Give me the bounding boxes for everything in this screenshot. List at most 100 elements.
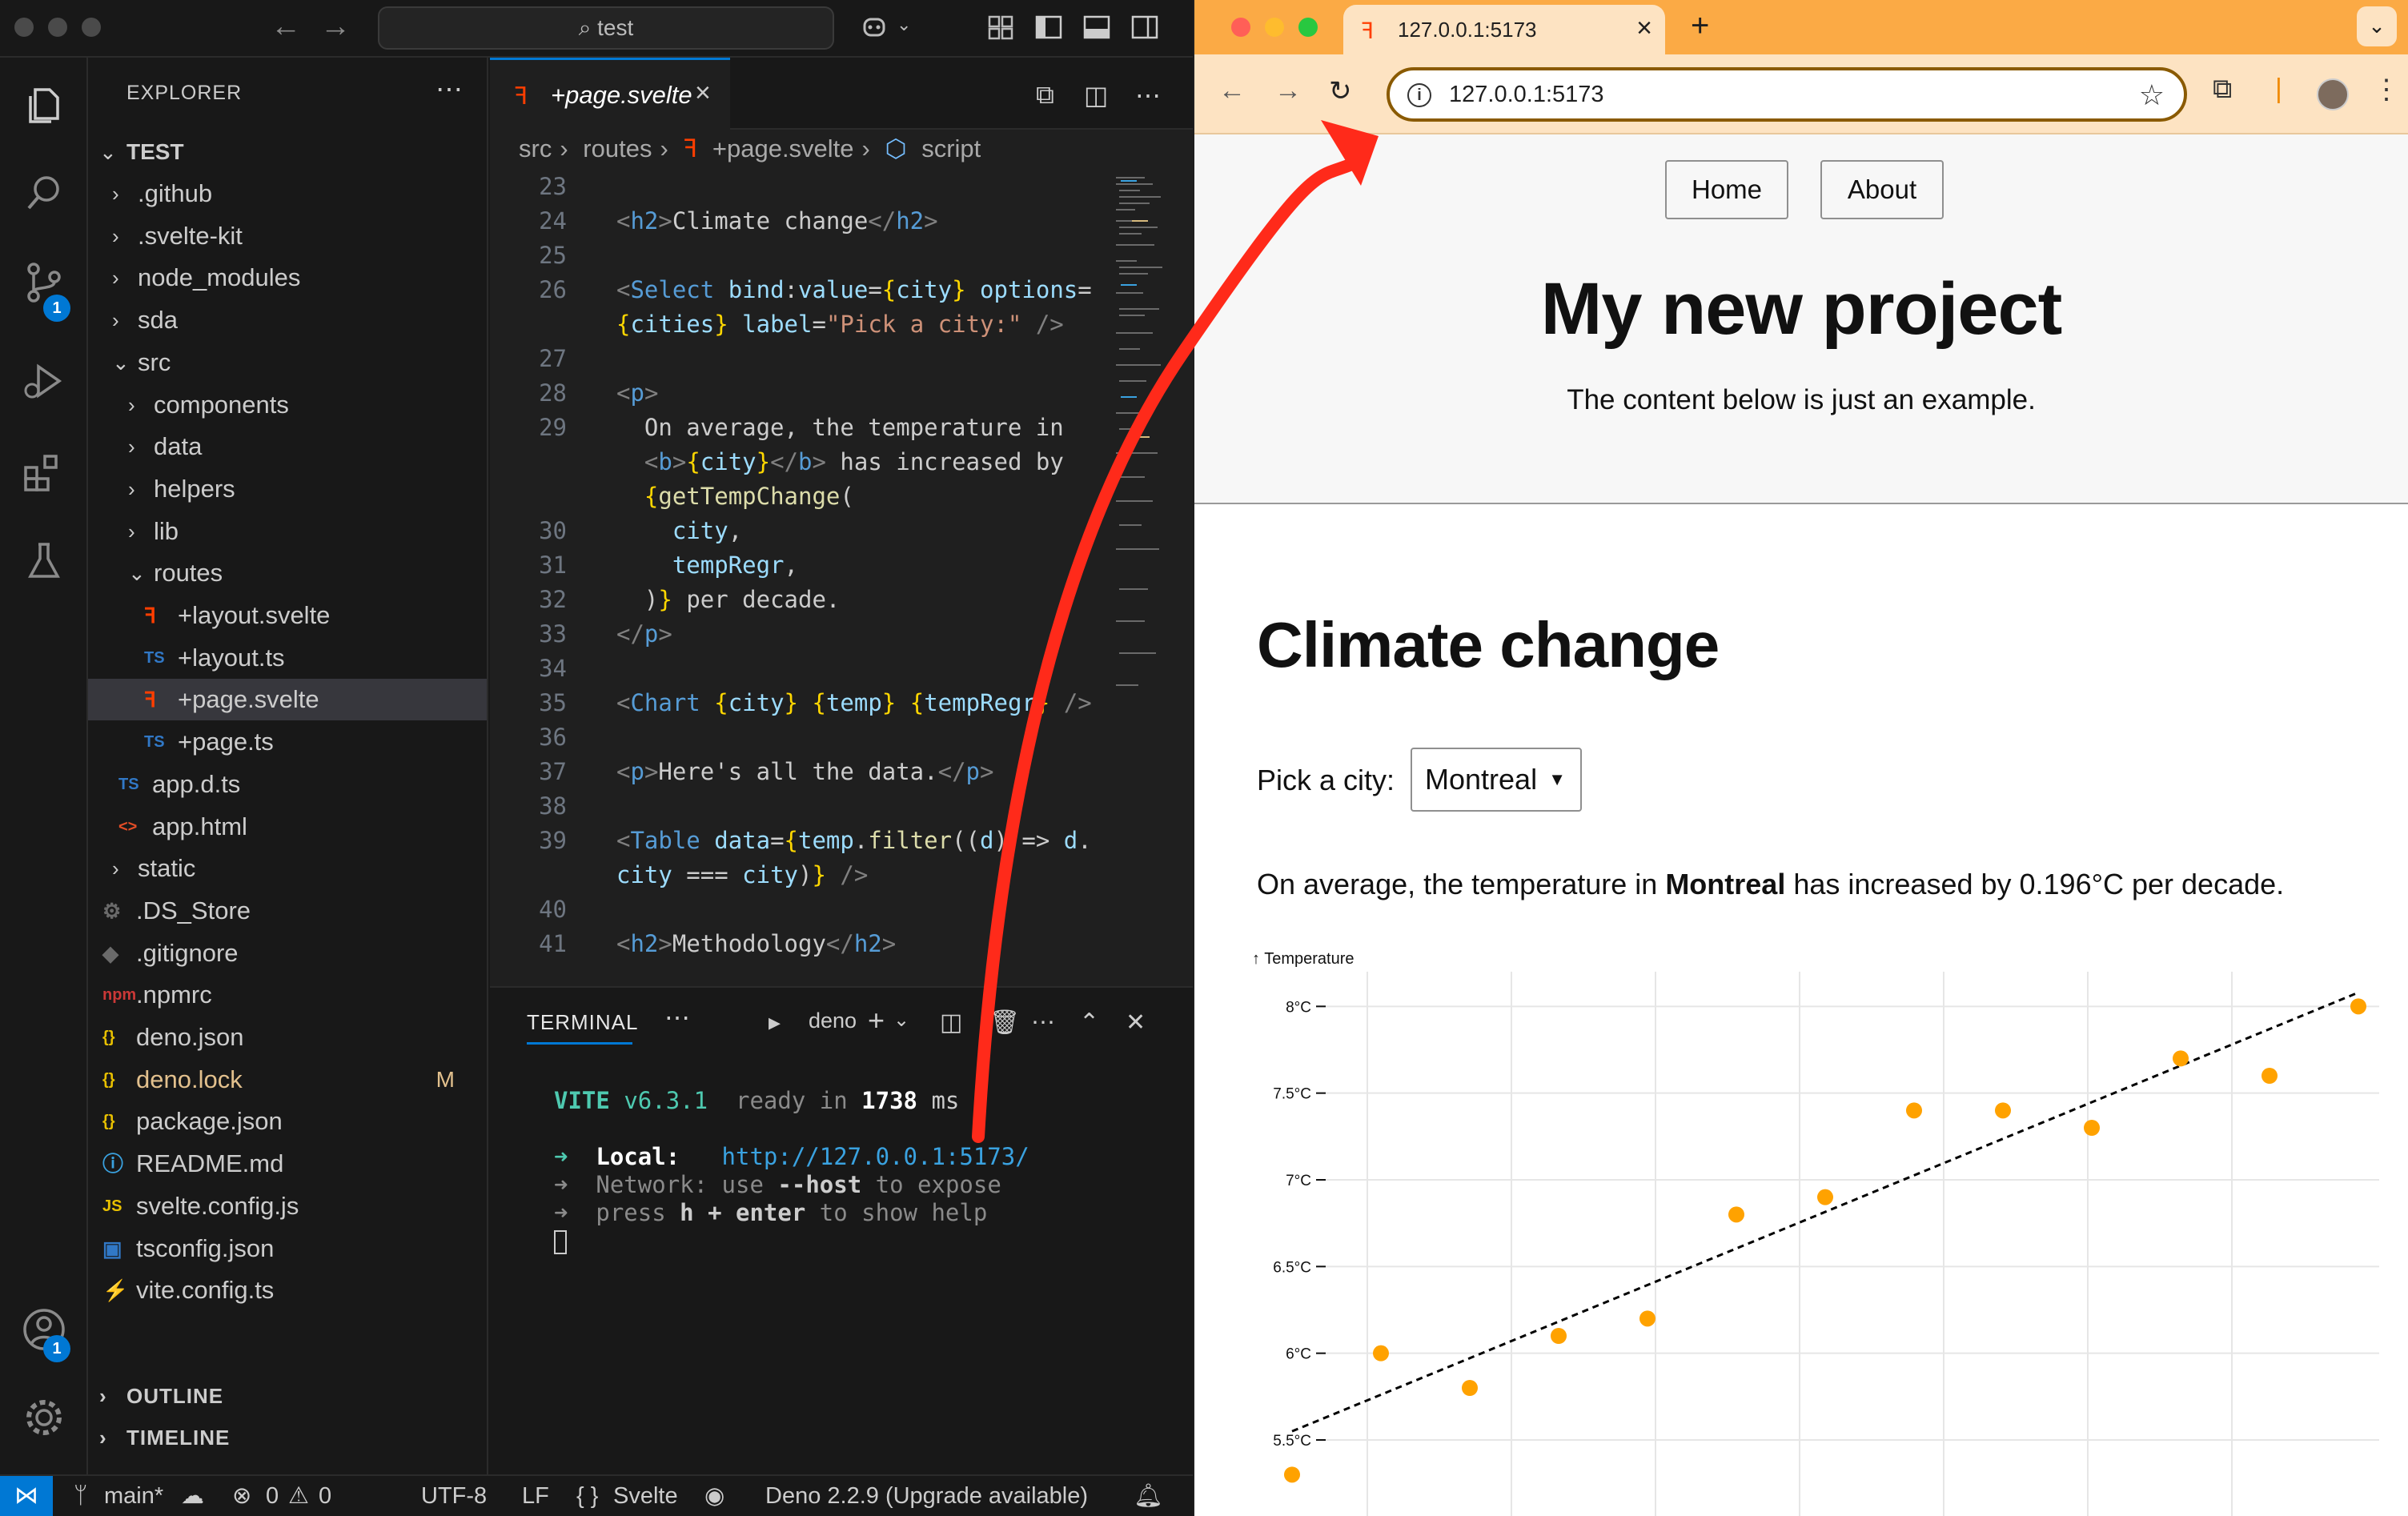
extensions-puzzle-icon[interactable]: ⧉ [2213, 74, 2232, 105]
tree-folder[interactable]: › sda [88, 299, 487, 341]
tree-file[interactable]: JS svelte.config.js [88, 1185, 487, 1227]
copilot-status-icon[interactable]: ◉ [704, 1476, 724, 1516]
back-arrow-icon[interactable]: ← [271, 10, 301, 44]
close-window-button[interactable] [14, 18, 34, 37]
timeline-section[interactable]: › TIMELINE [88, 1417, 487, 1458]
maximize-window-button[interactable] [1298, 18, 1318, 37]
tree-folder[interactable]: › .github [88, 173, 487, 215]
back-arrow-icon[interactable]: ← [1218, 75, 1246, 106]
tree-file[interactable]: ⓘ README.md [88, 1143, 487, 1185]
panel-actions-icon[interactable]: ⋯ [1031, 1009, 1055, 1037]
about-nav-button[interactable]: About [1820, 160, 1944, 219]
run-debug-icon[interactable] [21, 359, 67, 405]
language-status[interactable]: Svelte [613, 1476, 678, 1516]
toggle-primary-sidebar-icon[interactable] [1034, 13, 1063, 42]
minimize-window-button[interactable] [1265, 18, 1284, 37]
city-select[interactable]: Montreal ▼ [1411, 748, 1582, 812]
new-tab-icon[interactable]: + [1691, 8, 1709, 44]
sync-icon[interactable]: ☁ [181, 1476, 204, 1516]
tree-folder[interactable]: ⌄ routes [88, 552, 487, 594]
tree-folder[interactable]: › node_modules [88, 257, 487, 299]
testing-icon[interactable] [21, 538, 67, 584]
minimap[interactable] [1113, 173, 1170, 733]
close-tab-icon[interactable]: × [695, 78, 711, 109]
gear-icon[interactable] [21, 1394, 67, 1441]
workspace-folder[interactable]: ⌄ TEST [88, 131, 487, 173]
site-info-icon[interactable]: i [1407, 83, 1431, 107]
tree-file[interactable]: TS +page.ts [88, 721, 487, 763]
tree-file[interactable]: TS +layout.ts [88, 637, 487, 679]
copilot-icon[interactable] [860, 13, 889, 42]
tree-file[interactable]: ⚡ vite.config.ts [88, 1269, 487, 1311]
encoding-status[interactable]: UTF-8 [421, 1476, 487, 1516]
browser-tab[interactable]: ꟻ 127.0.0.1:5173 × [1343, 5, 1665, 54]
eol-status[interactable]: LF [522, 1476, 549, 1516]
command-center-search[interactable]: ⌕ test [378, 6, 834, 50]
deno-status[interactable]: Deno 2.2.9 (Upgrade available) [765, 1476, 1088, 1516]
tree-folder[interactable]: › helpers [88, 468, 487, 510]
breadcrumb-routes[interactable]: routes [583, 134, 652, 162]
remote-indicator-icon[interactable]: ⋈ [0, 1476, 53, 1516]
open-preview-icon[interactable]: ⧉ [1036, 80, 1054, 110]
tree-file[interactable]: ◆ .gitignore [88, 932, 487, 974]
maximize-panel-icon[interactable]: ⌃ [1079, 1009, 1099, 1037]
branch-status[interactable]: main* [104, 1476, 163, 1516]
split-editor-icon[interactable]: ◫ [1084, 80, 1108, 110]
toggle-panel-icon[interactable] [1082, 13, 1111, 42]
tree-file[interactable]: {} deno.lock M [88, 1059, 487, 1101]
warning-count[interactable]: 0 [319, 1476, 331, 1516]
outline-section[interactable]: › OUTLINE [88, 1375, 487, 1417]
tree-file[interactable]: ▣ tsconfig.json [88, 1228, 487, 1269]
panel-more-icon[interactable]: ⋯ [664, 1002, 690, 1033]
tree-file[interactable]: {} package.json [88, 1101, 487, 1142]
terminal-shell-label[interactable]: deno [809, 1009, 857, 1033]
search-icon[interactable] [21, 170, 67, 216]
split-terminal-icon[interactable]: ◫ [940, 1009, 962, 1037]
forward-arrow-icon[interactable]: → [320, 10, 351, 44]
chevron-down-icon[interactable]: ⌄ [897, 14, 911, 35]
tree-folder[interactable]: › components [88, 384, 487, 426]
editor-more-icon[interactable]: ⋯ [1135, 80, 1161, 110]
tree-folder[interactable]: › .svelte-kit [88, 215, 487, 257]
reload-icon[interactable]: ↻ [1329, 75, 1352, 107]
breadcrumb-symbol[interactable]: script [921, 134, 981, 162]
tab-page-svelte[interactable]: ꟻ +page.svelte × [490, 58, 730, 130]
tree-file[interactable]: ⚙ .DS_Store [88, 890, 487, 932]
forward-arrow-icon[interactable]: → [1274, 75, 1302, 106]
customize-layout-icon[interactable] [986, 13, 1015, 42]
chevron-down-icon[interactable]: ⌄ [2357, 6, 2397, 46]
error-count[interactable]: 0 [266, 1476, 279, 1516]
toggle-secondary-sidebar-icon[interactable] [1130, 13, 1159, 42]
tree-file[interactable]: <> app.html [88, 806, 487, 848]
tree-folder[interactable]: › static [88, 848, 487, 889]
close-tab-icon[interactable]: × [1636, 13, 1652, 44]
tree-file[interactable]: npm .npmrc [88, 974, 487, 1016]
tree-file[interactable]: ꟻ +layout.svelte [88, 595, 487, 636]
terminal-output[interactable]: VITE v6.3.1 ready in 1738 ms ➜ Local: ht… [554, 1087, 1029, 1255]
trash-icon[interactable]: 🗑 [989, 1009, 1020, 1037]
close-panel-icon[interactable]: ✕ [1126, 1009, 1146, 1037]
breadcrumb-src[interactable]: src [519, 134, 552, 162]
more-actions-icon[interactable]: ⋯ [435, 74, 463, 106]
maximize-window-button[interactable] [82, 18, 101, 37]
breadcrumb-file[interactable]: +page.svelte [712, 134, 854, 162]
home-nav-button[interactable]: Home [1665, 160, 1788, 219]
minimize-window-button[interactable] [48, 18, 67, 37]
local-url-link[interactable]: http://127.0.0.1:5173/ [722, 1143, 1029, 1170]
bookmark-star-icon[interactable]: ☆ [2139, 78, 2165, 112]
close-window-button[interactable] [1231, 18, 1250, 37]
tree-folder[interactable]: › data [88, 426, 487, 467]
address-bar[interactable]: i 127.0.0.1:5173 ☆ [1387, 67, 2187, 122]
tree-file[interactable]: ꟻ +page.svelte [88, 679, 487, 721]
explorer-icon[interactable] [21, 82, 67, 128]
avatar[interactable] [2317, 78, 2349, 110]
tree-file[interactable]: TS app.d.ts [88, 764, 487, 805]
browser-menu-icon[interactable]: ⋮ [2373, 74, 2400, 106]
tree-file[interactable]: {} deno.json [88, 1017, 487, 1058]
tab-terminal[interactable]: TERMINAL [527, 1010, 638, 1035]
bell-icon[interactable]: 🔔︎ [1134, 1476, 1163, 1516]
tree-folder[interactable]: › lib [88, 511, 487, 552]
tree-folder[interactable]: ⌄ src [88, 342, 487, 383]
new-terminal-icon[interactable]: + [868, 1004, 885, 1037]
extensions-icon[interactable] [21, 450, 67, 496]
